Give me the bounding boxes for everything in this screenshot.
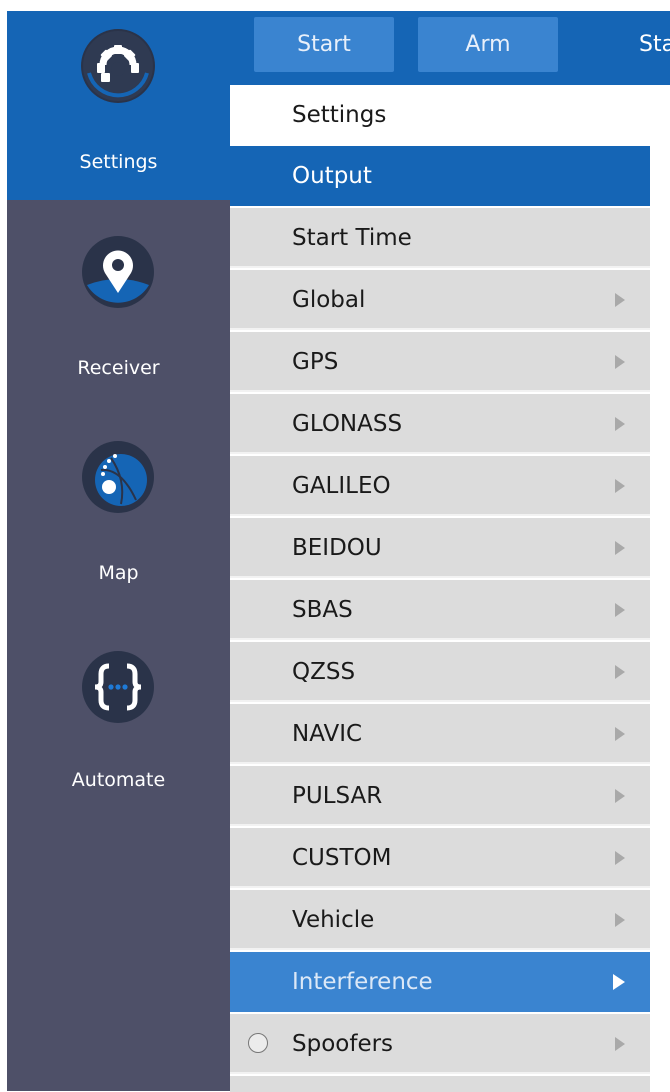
menu-item-qzss[interactable]: QZSS (230, 642, 650, 702)
submenu-arrow-icon (615, 665, 625, 679)
top-toolbar: Start Arm Sta (230, 11, 670, 85)
menu-item-galileo[interactable]: GALILEO (230, 456, 650, 516)
submenu-arrow-icon (615, 355, 625, 369)
menu-item-label: GALILEO (292, 473, 391, 499)
menu-item-pulsar[interactable]: PULSAR (230, 766, 650, 826)
menu-item-gps[interactable]: GPS (230, 332, 650, 392)
submenu-arrow-icon (615, 293, 625, 307)
rail-label-receiver: Receiver (77, 357, 160, 379)
submenu-arrow-icon (613, 974, 625, 990)
rail-label-settings: Settings (79, 151, 158, 173)
gear-icon (81, 29, 155, 103)
nav-rail: Settings Receiver Map Automate (7, 11, 230, 1091)
panel-title-text: Settings (292, 102, 387, 128)
menu-item-label: SBAS (292, 597, 353, 623)
menu-item-interference[interactable]: Interference (230, 952, 650, 1012)
menu-item-navic[interactable]: NAVIC (230, 704, 650, 764)
submenu-arrow-icon (615, 1037, 625, 1051)
menu-item-vehicle[interactable]: Vehicle (230, 890, 650, 950)
menu-item-label: Spoofers (292, 1031, 394, 1057)
submenu-arrow-icon (615, 541, 625, 555)
panel-title: Settings (230, 85, 670, 145)
submenu-arrow-icon (615, 603, 625, 617)
menu-item-label: Vehicle (292, 907, 375, 933)
rail-item-automate[interactable]: Automate (7, 610, 230, 810)
menu-item-label: QZSS (292, 659, 356, 685)
top-strip (0, 0, 670, 11)
menu-item-label: BEIDOU (292, 535, 382, 561)
menu-item-label: Start Time (292, 225, 412, 251)
rail-item-receiver[interactable]: Receiver (7, 200, 230, 405)
submenu-arrow-icon (615, 913, 625, 927)
menu-item-label: PULSAR (292, 783, 383, 809)
menu-item-glonass[interactable]: GLONASS (230, 394, 650, 454)
submenu-arrow-icon (615, 789, 625, 803)
map-pin-icon (82, 236, 154, 308)
menu-item-sbas[interactable]: SBAS (230, 580, 650, 640)
submenu-arrow-icon (615, 417, 625, 431)
truncated-start-button[interactable]: Sta (639, 17, 670, 72)
arm-button[interactable]: Arm (418, 17, 558, 72)
menu-item-spoofers[interactable]: Spoofers (230, 1014, 650, 1074)
submenu-arrow-icon (615, 479, 625, 493)
globe-orbit-icon (82, 441, 154, 513)
spoofers-radio[interactable] (248, 1033, 268, 1053)
menu-item-output[interactable]: Output (230, 146, 650, 206)
start-button[interactable]: Start (254, 17, 394, 72)
menu-item-partial (230, 1076, 650, 1092)
braces-icon (82, 651, 154, 723)
rail-item-map[interactable]: Map (7, 405, 230, 610)
submenu-arrow-icon (615, 851, 625, 865)
menu-item-start-time[interactable]: Start Time (230, 208, 650, 268)
rail-item-settings[interactable]: Settings (7, 11, 230, 200)
menu-item-label: GLONASS (292, 411, 403, 437)
menu-item-label: Output (292, 163, 372, 189)
menu-item-custom[interactable]: CUSTOM (230, 828, 650, 888)
rail-label-automate: Automate (71, 769, 166, 791)
rail-label-map: Map (98, 562, 139, 584)
menu-item-beidou[interactable]: BEIDOU (230, 518, 650, 578)
menu-item-label: NAVIC (292, 721, 363, 747)
menu-item-label: Global (292, 287, 366, 313)
menu-item-label: CUSTOM (292, 845, 392, 871)
submenu-arrow-icon (615, 727, 625, 741)
menu-item-global[interactable]: Global (230, 270, 650, 330)
menu-item-label: GPS (292, 349, 339, 375)
panel-gutter (650, 146, 670, 1091)
menu-item-label: Interference (292, 969, 433, 995)
